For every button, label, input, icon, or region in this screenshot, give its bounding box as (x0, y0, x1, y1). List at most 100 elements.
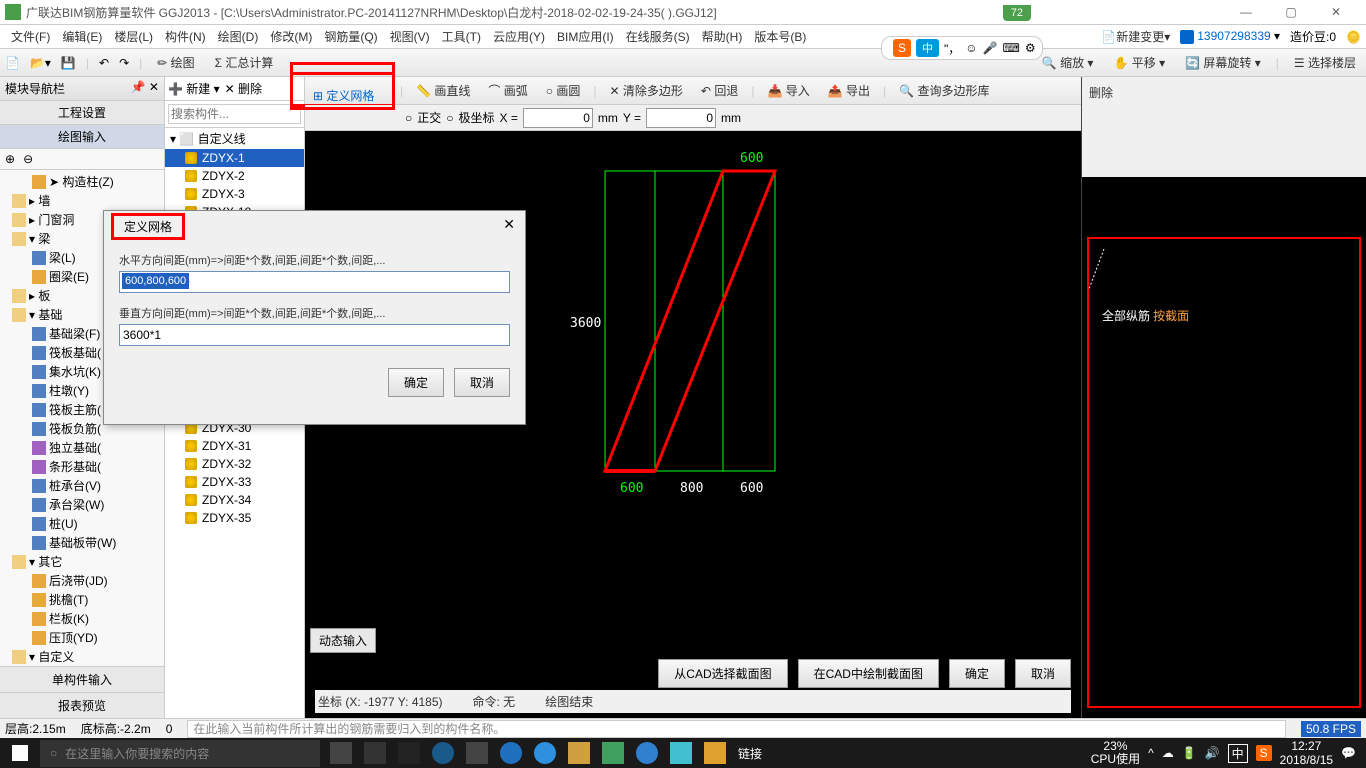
list-item[interactable]: ZDYX-34 (165, 491, 304, 509)
draw-arc-button[interactable]: ⌒ 画弧 (483, 80, 532, 101)
pan-button[interactable]: ✋ 平移 ▾ (1108, 52, 1170, 73)
in-cad-button[interactable]: 在CAD中绘制截面图 (798, 659, 939, 688)
sum-button[interactable]: Σ 汇总计算 (210, 52, 279, 73)
start-button[interactable] (0, 738, 40, 768)
tree-item[interactable]: 承台梁(W) (2, 495, 162, 514)
list-item[interactable]: ZDYX-32 (165, 455, 304, 473)
ie-icon[interactable] (534, 742, 556, 764)
zoom-button[interactable]: 🔍 缩放 ▾ (1037, 52, 1099, 73)
collapse-icon[interactable]: ⊖ (23, 152, 33, 166)
minimize-button[interactable]: — (1231, 5, 1261, 19)
menu-item[interactable]: 云应用(Y) (487, 28, 551, 46)
dynamic-input-button[interactable]: 动态输入 (310, 628, 376, 653)
tree-item[interactable]: ➤ 构造柱(Z) (2, 172, 162, 191)
tree-item[interactable]: 桩(U) (2, 514, 162, 533)
ime-indicator[interactable]: S 中 "， ☺ 🎤 ⌨ ⚙ (881, 36, 1043, 60)
list-item[interactable]: ZDYX-2 (165, 167, 304, 185)
tray-volume-icon[interactable]: 🔊 (1205, 746, 1220, 760)
draw-line-button[interactable]: 📏 画直线 (411, 80, 475, 101)
tray-clock[interactable]: 12:272018/8/15 (1280, 739, 1333, 768)
notification-icon[interactable]: 💬 (1341, 746, 1356, 760)
app-icon-3[interactable] (466, 742, 488, 764)
tray-up-icon[interactable]: ^ (1148, 746, 1154, 760)
draw-button[interactable]: ✏ 绘图 (152, 52, 199, 73)
app-icon-7[interactable] (704, 742, 726, 764)
search-input[interactable] (168, 104, 301, 124)
maximize-button[interactable]: ▢ (1276, 5, 1306, 19)
tree-item[interactable]: 独立基础( (2, 438, 162, 457)
cancel-button[interactable]: 取消 (1015, 659, 1071, 688)
tab-single-input[interactable]: 单构件输入 (0, 666, 164, 692)
expand-icon[interactable]: ⊕ (5, 152, 15, 166)
dialog-ok-button[interactable]: 确定 (388, 368, 444, 397)
list-item[interactable]: ZDYX-33 (165, 473, 304, 491)
menu-item[interactable]: 钢筋量(Q) (318, 28, 383, 46)
ime-keyboard-icon[interactable]: ⌨ (1003, 41, 1020, 55)
save-icon[interactable]: 💾 (61, 56, 76, 70)
tree-item[interactable]: 栏板(K) (2, 609, 162, 628)
status-hint-input[interactable] (187, 720, 1286, 738)
menu-item[interactable]: 构件(N) (159, 28, 212, 46)
x-input[interactable] (523, 108, 593, 128)
redo-icon[interactable]: ↷ (119, 56, 129, 70)
list-root[interactable]: ▾ ⬜ 自定义线 (165, 128, 304, 149)
list-item[interactable]: ZDYX-1 (165, 149, 304, 167)
edge-legacy-icon[interactable] (432, 742, 454, 764)
tab-report-preview[interactable]: 报表预览 (0, 692, 164, 718)
open-file-icon[interactable]: 📂▾ (30, 56, 51, 70)
list-item[interactable]: ZDYX-31 (165, 437, 304, 455)
menu-item[interactable]: 绘图(D) (212, 28, 265, 46)
tree-item[interactable]: 压顶(YD) (2, 628, 162, 647)
tree-item[interactable]: 挑檐(T) (2, 590, 162, 609)
tab-project-settings[interactable]: 工程设置 (0, 101, 164, 125)
user-info[interactable]: 13907298339 ▾ (1180, 29, 1280, 44)
tab-draw-input[interactable]: 绘图输入 (0, 125, 164, 149)
import-button[interactable]: 📥 导入 (762, 80, 814, 101)
app-icon-5[interactable] (636, 742, 658, 764)
query-button[interactable]: 🔍 查询多边形库 (894, 80, 994, 101)
tree-item[interactable]: ▾ 其它 (2, 552, 162, 571)
draw-circle-button[interactable]: ○ 画圆 (541, 80, 586, 101)
app-icon-2[interactable] (398, 742, 420, 764)
undo-button[interactable]: ↶ 回退 (696, 80, 743, 101)
right-delete-button[interactable]: 删除 (1086, 81, 1362, 104)
menu-item[interactable]: 文件(F) (5, 28, 56, 46)
menu-item[interactable]: 帮助(H) (696, 28, 749, 46)
menu-item[interactable]: 在线服务(S) (620, 28, 696, 46)
tree-item[interactable]: ▸ 墙 (2, 191, 162, 210)
menu-item[interactable]: 视图(V) (384, 28, 436, 46)
new-file-icon[interactable]: 📄 (5, 56, 20, 70)
select-floor-button[interactable]: ☰ 选择楼层 (1289, 52, 1361, 73)
tray-icon-2[interactable]: 🔋 (1182, 746, 1197, 760)
task-view-icon[interactable] (330, 742, 352, 764)
taskbar-search[interactable]: ○ 在这里输入你要搜索的内容 (40, 740, 320, 767)
rotate-button[interactable]: 🔄 屏幕旋转 ▾ (1180, 52, 1266, 73)
v-spacing-input[interactable] (119, 324, 510, 346)
ortho-radio[interactable]: 正交 (417, 109, 441, 126)
ime-mic-icon[interactable]: 🎤 (983, 41, 998, 55)
from-cad-button[interactable]: 从CAD选择截面图 (658, 659, 787, 688)
tree-item[interactable]: 基础板带(W) (2, 533, 162, 552)
explorer-icon[interactable] (568, 742, 590, 764)
tree-item[interactable]: ▾ 自定义 (2, 647, 162, 666)
app-icon-6[interactable] (670, 742, 692, 764)
polar-radio[interactable]: 极坐标 (459, 109, 495, 126)
tree-item[interactable]: 条形基础( (2, 457, 162, 476)
new-component-button[interactable]: ➕ 新建 ▾ (168, 80, 220, 97)
clear-polygon-button[interactable]: ✕ 清除多边形 (605, 80, 688, 101)
undo-icon[interactable]: ↶ (99, 56, 109, 70)
ime-settings-icon[interactable]: ⚙ (1025, 41, 1036, 55)
menu-item[interactable]: 楼层(L) (108, 28, 159, 46)
tray-ime-icon[interactable]: 中 (1228, 744, 1248, 763)
export-button[interactable]: 📤 导出 (823, 80, 875, 101)
ime-punct-icon[interactable]: "， (944, 40, 960, 57)
menu-item[interactable]: 修改(M) (264, 28, 318, 46)
app-icon-1[interactable] (364, 742, 386, 764)
ok-button[interactable]: 确定 (949, 659, 1005, 688)
menu-item[interactable]: 工具(T) (436, 28, 487, 46)
tree-item[interactable]: 后浇带(JD) (2, 571, 162, 590)
close-button[interactable]: ✕ (1321, 5, 1351, 19)
list-item[interactable]: ZDYX-3 (165, 185, 304, 203)
new-change-button[interactable]: 📄 新建变更 ▾ (1101, 28, 1170, 45)
delete-component-button[interactable]: ✕ 删除 (225, 80, 262, 97)
